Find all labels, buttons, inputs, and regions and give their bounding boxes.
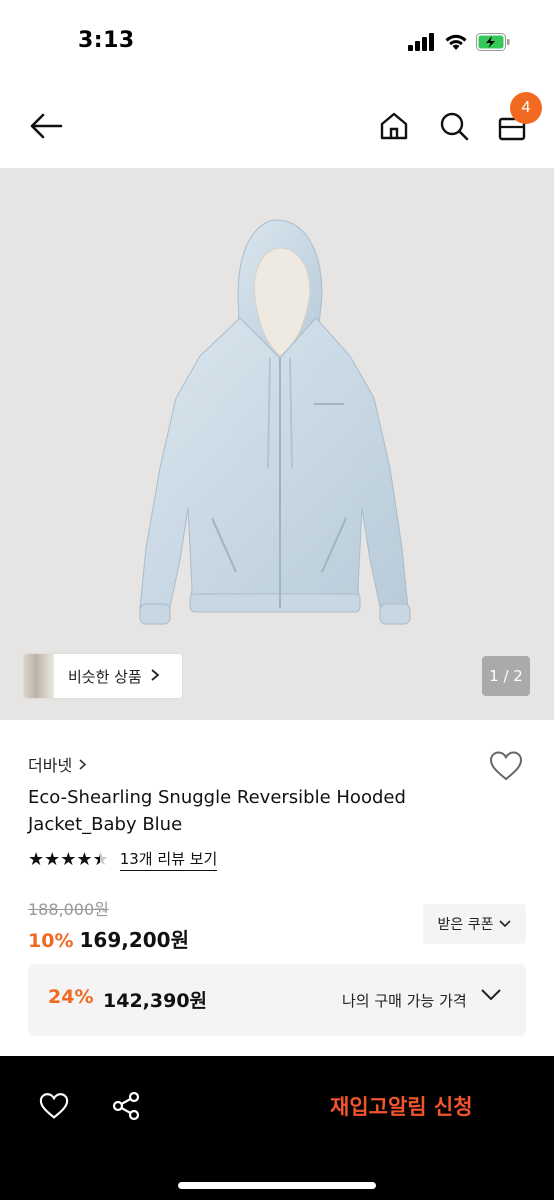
cart-count-badge: 4 bbox=[510, 92, 542, 124]
received-coupon-button[interactable]: 받은 쿠폰 bbox=[423, 904, 526, 944]
price-row: 10% 169,200원 bbox=[28, 924, 189, 953]
search-button[interactable] bbox=[432, 104, 476, 148]
home-indicator bbox=[178, 1182, 376, 1189]
discount-rate: 10% bbox=[28, 930, 74, 952]
my-price-label: 나의 구매 가능 가격 bbox=[342, 992, 467, 1010]
status-bar: 3:13 bbox=[0, 0, 554, 84]
coupon-label: 받은 쿠폰 bbox=[437, 917, 494, 933]
star-icon: ★ bbox=[28, 849, 44, 870]
brand-link[interactable]: 더바넷 bbox=[28, 752, 87, 776]
bottom-wishlist-button[interactable] bbox=[34, 1086, 74, 1126]
star-icon: ★ bbox=[60, 849, 76, 870]
star-rating: ★ ★ ★ ★ ★ ★ bbox=[28, 849, 109, 870]
product-image-carousel[interactable]: 비슷한 상품 1 / 2 bbox=[0, 168, 554, 720]
home-button[interactable] bbox=[372, 104, 416, 148]
original-price: 188,000원 bbox=[28, 900, 109, 919]
chevron-down-icon bbox=[499, 920, 512, 928]
similar-product-thumbnail bbox=[24, 654, 54, 698]
brand-name: 더바넷 bbox=[28, 756, 73, 775]
battery-charging-icon bbox=[476, 33, 510, 51]
wifi-icon bbox=[445, 34, 467, 50]
status-time: 3:13 bbox=[78, 28, 135, 53]
bottom-action-bar: 재입고알림 신청 bbox=[0, 1056, 554, 1200]
share-button[interactable] bbox=[106, 1086, 146, 1126]
my-purchase-price: 142,390원 bbox=[103, 990, 208, 1012]
signal-icon bbox=[408, 33, 434, 51]
my-price-dropdown[interactable]: 24% 142,390원 나의 구매 가능 가격 bbox=[28, 964, 526, 1036]
top-nav bbox=[0, 84, 554, 168]
product-image bbox=[139, 219, 411, 625]
chevron-right-icon bbox=[79, 758, 87, 770]
chevron-right-icon bbox=[150, 667, 160, 686]
share-icon bbox=[112, 1091, 140, 1121]
product-title: Eco-Shearling Snuggle Reversible Hooded … bbox=[28, 787, 406, 835]
half-star-icon: ★ ★ bbox=[92, 849, 109, 870]
similar-products-button[interactable]: 비슷한 상품 bbox=[24, 654, 182, 698]
back-arrow-icon bbox=[30, 113, 63, 139]
status-icons bbox=[408, 30, 510, 54]
wishlist-button[interactable] bbox=[486, 746, 526, 786]
heart-icon bbox=[489, 751, 523, 781]
star-icon: ★ bbox=[76, 849, 92, 870]
chevron-down-icon bbox=[481, 989, 501, 1001]
search-icon bbox=[440, 112, 469, 141]
rating-row: ★ ★ ★ ★ ★ ★ 13개 리뷰 보기 bbox=[28, 848, 218, 871]
restock-alert-button[interactable]: 재입고알림 신청 bbox=[330, 1086, 473, 1126]
similar-products-label: 비슷한 상품 bbox=[68, 667, 142, 686]
image-page-counter: 1 / 2 bbox=[482, 656, 530, 696]
back-button[interactable] bbox=[24, 104, 68, 148]
sale-price: 169,200원 bbox=[79, 928, 189, 952]
my-discount-rate: 24% bbox=[48, 986, 94, 1008]
heart-icon bbox=[39, 1093, 69, 1119]
star-icon: ★ bbox=[44, 849, 60, 870]
reviews-link[interactable]: 13개 리뷰 보기 bbox=[119, 848, 218, 871]
home-icon bbox=[380, 112, 408, 140]
